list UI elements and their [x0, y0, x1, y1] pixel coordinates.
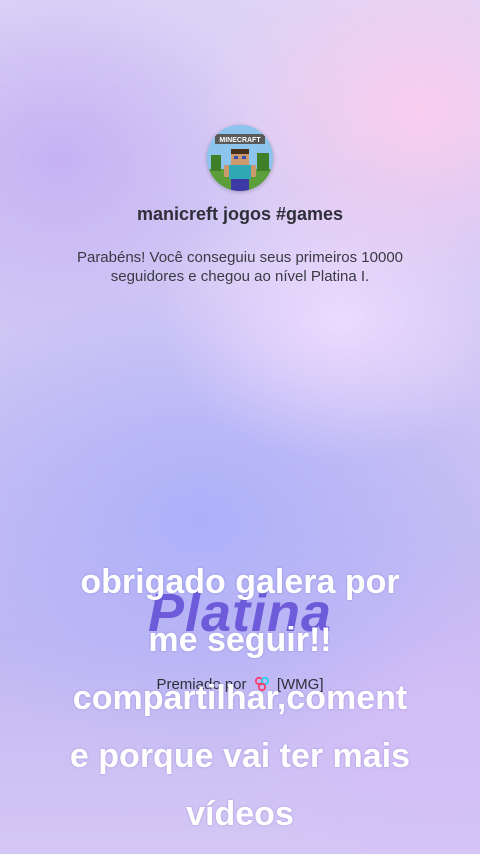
username: manicreft jogos #games [136, 204, 344, 224]
milestone-message: Parabéns! Você conseguiu seus primeiros … [76, 249, 404, 285]
avatar-logo-text: MINECRAFT [219, 137, 261, 144]
avatar: MINECRAFT [207, 125, 273, 191]
video-caption-overlay: obrigado galera por me seguir!! comparti… [69, 563, 411, 833]
